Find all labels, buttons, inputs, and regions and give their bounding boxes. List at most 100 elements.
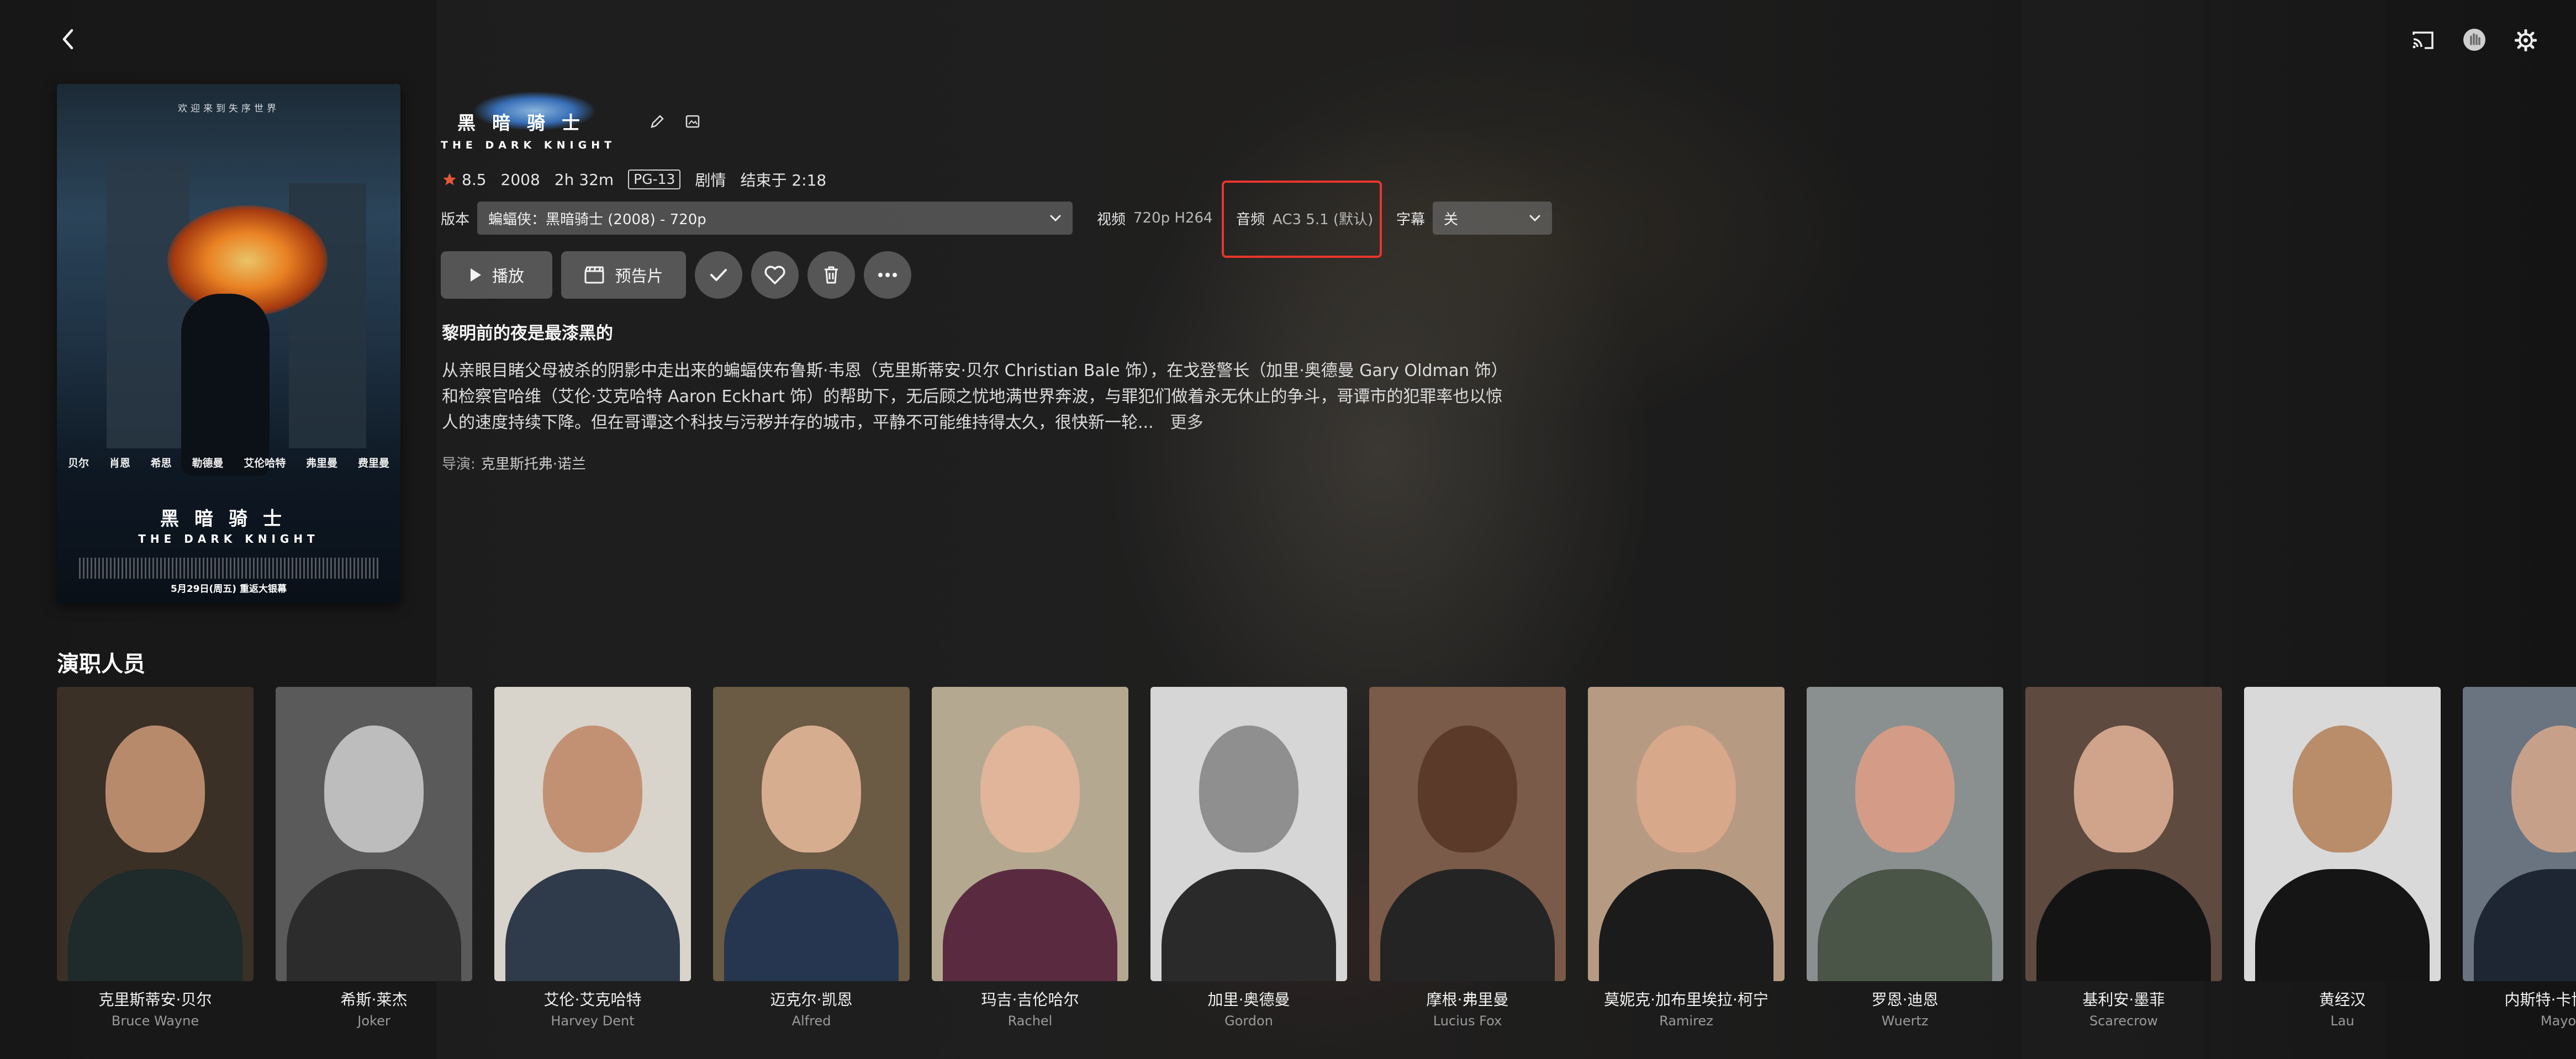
poster-names: 贝尔 肖恩 希思 勒德曼 艾伦哈特 弗里曼 费里曼 (68, 457, 389, 469)
cast-role: Gordon (1224, 1013, 1273, 1029)
cast-name[interactable]: 加里·奥德曼 (1150, 988, 1347, 1010)
version-row: 版本 蝙蝠侠：黑暗骑士 (2008) - 720p (441, 202, 1073, 235)
heart-icon (764, 266, 785, 284)
cast-name[interactable]: 克里斯蒂安·贝尔 (57, 988, 254, 1010)
chevron-down-icon (1050, 215, 1061, 222)
cast-card[interactable]: 基利安·墨菲 Scarecrow (2025, 687, 2222, 1029)
trash-icon (825, 266, 838, 284)
subtitle-select[interactable]: 关 (1433, 202, 1553, 235)
cast-name[interactable]: 摩根·弗里曼 (1369, 988, 1566, 1010)
cast-role: Ramirez (1659, 1013, 1713, 1029)
edit-button[interactable] (647, 112, 667, 131)
pencil-icon (651, 115, 664, 128)
poster-release: 5月29日(周五) 重返大银幕 (171, 584, 287, 595)
cast-card[interactable]: 克里斯蒂安·贝尔 Bruce Wayne (57, 687, 254, 1029)
delete-button[interactable] (807, 251, 855, 299)
cast-card[interactable]: 摩根·弗里曼 Lucius Fox (1369, 687, 1566, 1029)
cast-role: Wuertz (1881, 1013, 1929, 1029)
year: 2008 (500, 170, 540, 189)
cast-role: Harvey Dent (551, 1013, 635, 1029)
cast-name[interactable]: 基利安·墨菲 (2025, 988, 2222, 1010)
chevron-down-icon (1529, 215, 1540, 222)
video-label: 视频 (1097, 211, 1126, 228)
cast-photo[interactable] (1369, 687, 1566, 981)
poster-logo-en: THE DARK KNIGHT (138, 532, 319, 546)
cast-photo[interactable] (494, 687, 691, 981)
video-value: 720p H264 (1133, 210, 1213, 226)
subtitle-row: 字幕 关 (1396, 202, 1553, 235)
check-icon (710, 269, 727, 281)
cast-card[interactable]: 莫妮克·加布里埃拉·柯宁 Ramirez (1588, 687, 1785, 1029)
cast-name[interactable]: 迈克尔·凯恩 (713, 988, 910, 1010)
cast-photo[interactable] (57, 687, 254, 981)
cast-name[interactable]: 玛吉·吉伦哈尔 (932, 988, 1128, 1010)
cast-card[interactable]: 希斯·莱杰 Joker (276, 687, 472, 1029)
cast-card[interactable]: 罗恩·迪恩 Wuertz (1807, 687, 2003, 1029)
community-rating: 8.5 (442, 171, 487, 189)
certification-badge: PG-13 (628, 170, 681, 189)
ends-at: 结束于 2:18 (740, 171, 827, 189)
cast-card[interactable]: 黄经汉 Lau (2244, 687, 2441, 1029)
cast-card[interactable]: 玛吉·吉伦哈尔 Rachel (932, 687, 1128, 1029)
gear-icon (2515, 29, 2537, 51)
version-select[interactable]: 蝙蝠侠：黑暗骑士 (2008) - 720p (477, 202, 1073, 235)
cast-role: Alfred (791, 1013, 831, 1029)
cast-card[interactable]: 内斯特·卡博内尔 Mayor (2463, 687, 2576, 1029)
cast-role: Joker (357, 1013, 390, 1029)
cast-role: Rachel (1007, 1013, 1053, 1029)
cast-photo[interactable] (932, 687, 1128, 981)
cast-photo[interactable] (2244, 687, 2441, 981)
title-logo: 黑暗骑士 THE DARK KNIGHT (441, 92, 629, 158)
cast-card[interactable]: 艾伦·艾克哈特 Harvey Dent (494, 687, 691, 1029)
cast-photo[interactable] (1807, 687, 2003, 981)
mark-played-button[interactable] (695, 251, 742, 299)
cast-row: 克里斯蒂安·贝尔 Bruce Wayne 希斯·莱杰 Joker 艾伦·艾克哈特 Harv… (57, 687, 2576, 1029)
cast-name[interactable]: 黄经汉 (2244, 988, 2441, 1010)
cast-photo[interactable] (276, 687, 472, 981)
cast-name[interactable]: 希斯·莱杰 (276, 988, 472, 1010)
cast-card[interactable]: 加里·奥德曼 Gordon (1150, 687, 1347, 1029)
cast-photo[interactable] (713, 687, 910, 981)
action-bar: 播放 预告片 (441, 251, 911, 299)
poster-image: 欢迎来到失序世界 贝尔 肖恩 希思 勒德曼 艾伦哈特 弗里曼 费里曼 黑暗骑士 THE DA… (57, 84, 400, 603)
settings-button[interactable] (2513, 28, 2538, 53)
tagline: 黎明前的夜是最漆黑的 (442, 324, 613, 343)
meta-row: 8.5 2008 2h 32m PG-13 剧情 结束于 2:18 (442, 168, 826, 190)
more-link[interactable]: 更多 (1170, 413, 1203, 432)
cast-role: Lucius Fox (1433, 1013, 1502, 1029)
image-icon (685, 115, 700, 128)
star-icon (443, 173, 456, 186)
cast-button[interactable] (2410, 28, 2436, 53)
edit-images-button[interactable] (683, 112, 703, 131)
play-icon (470, 268, 481, 282)
poster-tagline: 欢迎来到失序世界 (178, 103, 279, 114)
audio-highlight-box (1222, 181, 1382, 258)
subtitle-label: 字幕 (1396, 211, 1426, 228)
favorite-button[interactable] (751, 251, 799, 299)
overview: 从亲眼目睹父母被杀的阴影中走出来的蝙蝠侠布鲁斯·韦恩（克里斯蒂安·贝尔 Chri… (442, 361, 1508, 432)
runtime: 2h 32m (554, 170, 614, 189)
cast-photo[interactable] (1150, 687, 1347, 981)
cast-section-title: 演职人员 (57, 652, 145, 677)
cast-role: Scarecrow (2089, 1013, 2158, 1029)
poster-credits (79, 558, 378, 579)
cast-photo[interactable] (2025, 687, 2222, 981)
cast-name[interactable]: 罗恩·迪恩 (1807, 988, 2003, 1010)
cast-name[interactable]: 莫妮克·加布里埃拉·柯宁 (1588, 988, 1785, 1010)
clapperboard-icon (584, 266, 604, 284)
more-button[interactable] (864, 251, 911, 299)
play-button[interactable]: 播放 (441, 251, 552, 299)
more-horizontal-icon (878, 273, 897, 277)
cast-role: Lau (2330, 1013, 2355, 1029)
user-button[interactable] (2461, 27, 2488, 53)
cast-card[interactable]: 迈克尔·凯恩 Alfred (713, 687, 910, 1029)
director-link[interactable]: 克里斯托弗·诺兰 (481, 456, 586, 473)
cast-photo[interactable] (1588, 687, 1785, 981)
back-button[interactable] (54, 25, 82, 53)
trailer-button[interactable]: 预告片 (561, 251, 686, 299)
cast-name[interactable]: 艾伦·艾克哈特 (494, 988, 691, 1010)
cast-photo[interactable] (2463, 687, 2576, 981)
cast-name[interactable]: 内斯特·卡博内尔 (2463, 988, 2576, 1010)
poster-logo-cn: 黑暗骑士 (160, 508, 297, 530)
chevron-left-icon (62, 29, 73, 50)
